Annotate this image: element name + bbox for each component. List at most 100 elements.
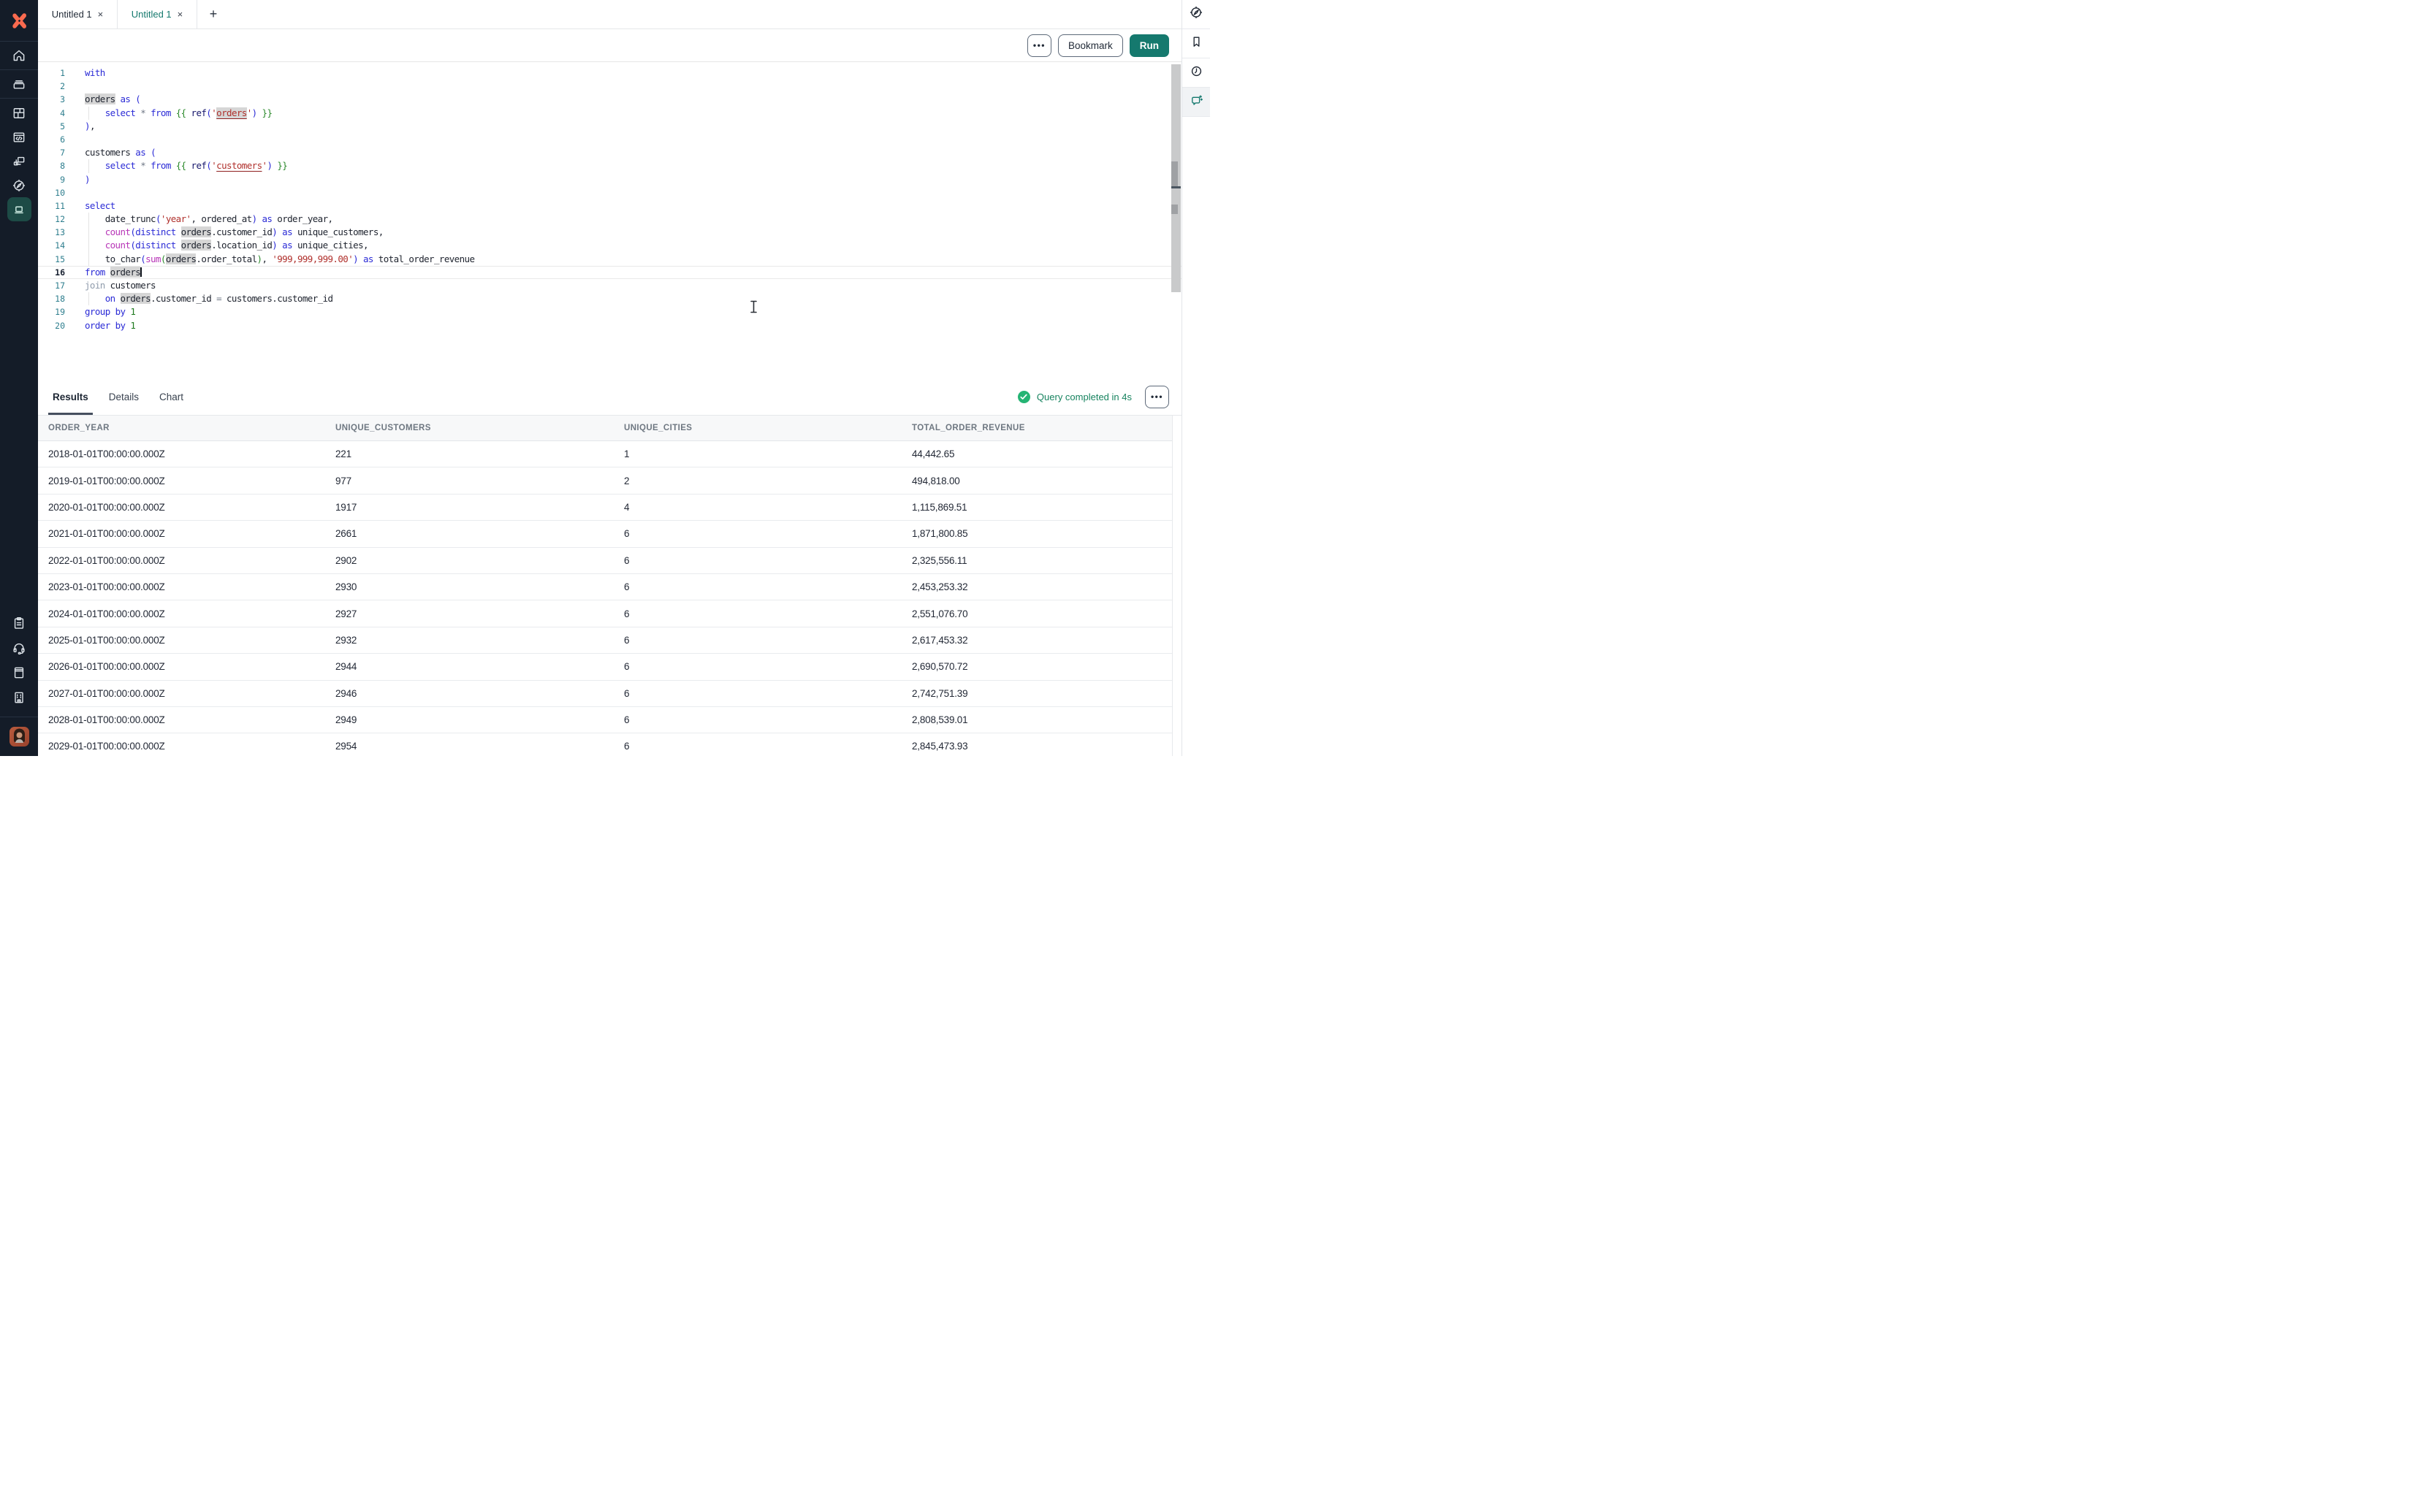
line-number: 4 bbox=[38, 107, 65, 120]
right-sidebar-item-ai-assistant[interactable] bbox=[1182, 88, 1210, 117]
code-line-2[interactable]: 2 bbox=[38, 80, 1182, 93]
table-row[interactable]: 2028-01-01T00:00:00.000Z294962,808,539.0… bbox=[38, 707, 1172, 733]
right-sidebar-item-explore[interactable] bbox=[1182, 0, 1210, 29]
editor-scrollbar[interactable] bbox=[1171, 64, 1181, 292]
line-number: 12 bbox=[38, 213, 65, 226]
code-text: group by 1 bbox=[38, 305, 1182, 318]
line-number: 10 bbox=[38, 186, 65, 199]
table-row[interactable]: 2025-01-01T00:00:00.000Z293262,617,453.3… bbox=[38, 627, 1172, 654]
code-line-3[interactable]: 3orders as ( bbox=[38, 93, 1182, 106]
table-row[interactable]: 2019-01-01T00:00:00.000Z9772494,818.00 bbox=[38, 467, 1172, 494]
close-icon[interactable]: × bbox=[178, 9, 183, 20]
code-line-17[interactable]: 17join customers bbox=[38, 279, 1182, 292]
table-row[interactable]: 2024-01-01T00:00:00.000Z292762,551,076.7… bbox=[38, 600, 1172, 627]
code-line-9[interactable]: 9) bbox=[38, 173, 1182, 186]
code-line-8[interactable]: 8 select * from {{ ref('customers') }} bbox=[38, 159, 1182, 172]
code-line-11[interactable]: 11select bbox=[38, 199, 1182, 213]
sidebar-item-docs[interactable] bbox=[0, 660, 38, 685]
bookmark-button[interactable]: Bookmark bbox=[1058, 34, 1123, 57]
table-row[interactable]: 2029-01-01T00:00:00.000Z295462,845,473.9… bbox=[38, 733, 1172, 756]
table-row[interactable]: 2020-01-01T00:00:00.000Z191741,115,869.5… bbox=[38, 495, 1172, 521]
sidebar-item-organization[interactable] bbox=[0, 685, 38, 710]
tab-results[interactable]: Results bbox=[53, 378, 88, 415]
text-caret bbox=[140, 267, 142, 277]
code-line-13[interactable]: 13 count(distinct orders.customer_id) as… bbox=[38, 226, 1182, 239]
table-row[interactable]: 2022-01-01T00:00:00.000Z290262,325,556.1… bbox=[38, 548, 1172, 574]
table-row[interactable]: 2023-01-01T00:00:00.000Z293062,453,253.3… bbox=[38, 574, 1172, 600]
app-window: Untitled 1×Untitled 1× + ••• Bookmark Ru… bbox=[0, 0, 1210, 756]
code-text: orders as ( bbox=[38, 93, 1182, 106]
line-number: 2 bbox=[38, 80, 65, 93]
sidebar-item-code-editor[interactable] bbox=[0, 125, 38, 149]
sidebar-item-inbox[interactable] bbox=[0, 70, 38, 99]
right-sidebar-item-history[interactable] bbox=[1182, 58, 1210, 88]
table-row[interactable]: 2018-01-01T00:00:00.000Z221144,442.65 bbox=[38, 441, 1172, 467]
app-logo[interactable] bbox=[0, 0, 38, 42]
column-header[interactable]: UNIQUE_CUSTOMERS bbox=[335, 424, 624, 432]
user-avatar[interactable] bbox=[9, 727, 29, 747]
sidebar-item-tasks[interactable] bbox=[0, 611, 38, 635]
table-row[interactable]: 2026-01-01T00:00:00.000Z294462,690,570.7… bbox=[38, 654, 1172, 680]
table-cell: 2946 bbox=[335, 688, 624, 699]
table-cell: 221 bbox=[335, 448, 624, 459]
table-cell: 6 bbox=[624, 661, 912, 672]
line-number: 11 bbox=[38, 199, 65, 213]
sidebar-item-support[interactable] bbox=[0, 635, 38, 660]
table-cell: 2023-01-01T00:00:00.000Z bbox=[48, 581, 335, 592]
file-tabbar: Untitled 1×Untitled 1× + bbox=[38, 0, 1182, 29]
table-cell: 2927 bbox=[335, 608, 624, 619]
file-tab-0[interactable]: Untitled 1× bbox=[38, 0, 118, 28]
code-line-5[interactable]: 5), bbox=[38, 120, 1182, 133]
tab-chart[interactable]: Chart bbox=[159, 378, 183, 415]
table-row[interactable]: 2021-01-01T00:00:00.000Z266161,871,800.8… bbox=[38, 521, 1172, 547]
code-line-10[interactable]: 10 bbox=[38, 186, 1182, 199]
code-text: to_char(sum(orders.order_total), '999,99… bbox=[38, 253, 1182, 266]
editor-more-button[interactable]: ••• bbox=[1027, 34, 1051, 57]
table-cell: 1,115,869.51 bbox=[912, 502, 1172, 513]
file-tab-1[interactable]: Untitled 1 × bbox=[118, 0, 197, 28]
table-cell: 2020-01-01T00:00:00.000Z bbox=[48, 502, 335, 513]
code-line-16[interactable]: 16from orders bbox=[38, 266, 1182, 279]
close-icon[interactable]: × bbox=[98, 9, 104, 20]
code-line-1[interactable]: 1with bbox=[38, 66, 1182, 80]
code-line-4[interactable]: 4 select * from {{ ref('orders') }} bbox=[38, 107, 1182, 120]
column-header[interactable]: ORDER_YEAR bbox=[48, 424, 335, 432]
code-line-18[interactable]: 18 on orders.customer_id = customers.cus… bbox=[38, 292, 1182, 305]
code-line-15[interactable]: 15 to_char(sum(orders.order_total), '999… bbox=[38, 253, 1182, 266]
results-more-button[interactable]: ••• bbox=[1145, 386, 1169, 408]
code-line-12[interactable]: 12 date_trunc('year', ordered_at) as ord… bbox=[38, 213, 1182, 226]
table-cell: 2022-01-01T00:00:00.000Z bbox=[48, 555, 335, 566]
column-header[interactable]: UNIQUE_CITIES bbox=[624, 424, 912, 432]
code-text: join customers bbox=[38, 279, 1182, 292]
new-tab-button[interactable]: + bbox=[197, 0, 229, 28]
sidebar-item-apps[interactable] bbox=[0, 149, 38, 173]
file-tab-label: Untitled 1 bbox=[132, 9, 172, 20]
table-row[interactable]: 2027-01-01T00:00:00.000Z294662,742,751.3… bbox=[38, 681, 1172, 707]
ai-chat-icon bbox=[1190, 93, 1203, 111]
code-line-7[interactable]: 7customers as ( bbox=[38, 146, 1182, 159]
code-line-14[interactable]: 14 count(distinct orders.location_id) as… bbox=[38, 239, 1182, 252]
main-panel: Untitled 1×Untitled 1× + ••• Bookmark Ru… bbox=[38, 0, 1182, 756]
home-icon bbox=[12, 48, 26, 63]
tab-details[interactable]: Details bbox=[109, 378, 139, 415]
table-cell: 2026-01-01T00:00:00.000Z bbox=[48, 661, 335, 672]
sql-editor[interactable]: 1with23orders as (4 select * from {{ ref… bbox=[38, 62, 1182, 378]
right-sidebar-item-bookmarks[interactable] bbox=[1182, 29, 1210, 58]
code-line-6[interactable]: 6 bbox=[38, 133, 1182, 146]
sidebar-item-terminal[interactable] bbox=[0, 197, 38, 221]
column-header[interactable]: TOTAL_ORDER_REVENUE bbox=[912, 424, 1172, 432]
table-cell: 6 bbox=[624, 555, 912, 566]
table-cell: 6 bbox=[624, 635, 912, 646]
left-sidebar bbox=[0, 0, 38, 756]
table-cell: 2 bbox=[624, 476, 912, 486]
line-number: 1 bbox=[38, 66, 65, 80]
code-line-20[interactable]: 20order by 1 bbox=[38, 319, 1182, 332]
sidebar-item-home[interactable] bbox=[0, 42, 38, 70]
sidebar-item-explore[interactable] bbox=[0, 173, 38, 197]
run-button[interactable]: Run bbox=[1130, 34, 1169, 57]
avatar-photo bbox=[9, 727, 29, 747]
sidebar-item-dashboards[interactable] bbox=[0, 101, 38, 125]
code-line-19[interactable]: 19group by 1 bbox=[38, 305, 1182, 318]
code-text: ) bbox=[38, 173, 1182, 186]
building-icon bbox=[12, 690, 26, 705]
